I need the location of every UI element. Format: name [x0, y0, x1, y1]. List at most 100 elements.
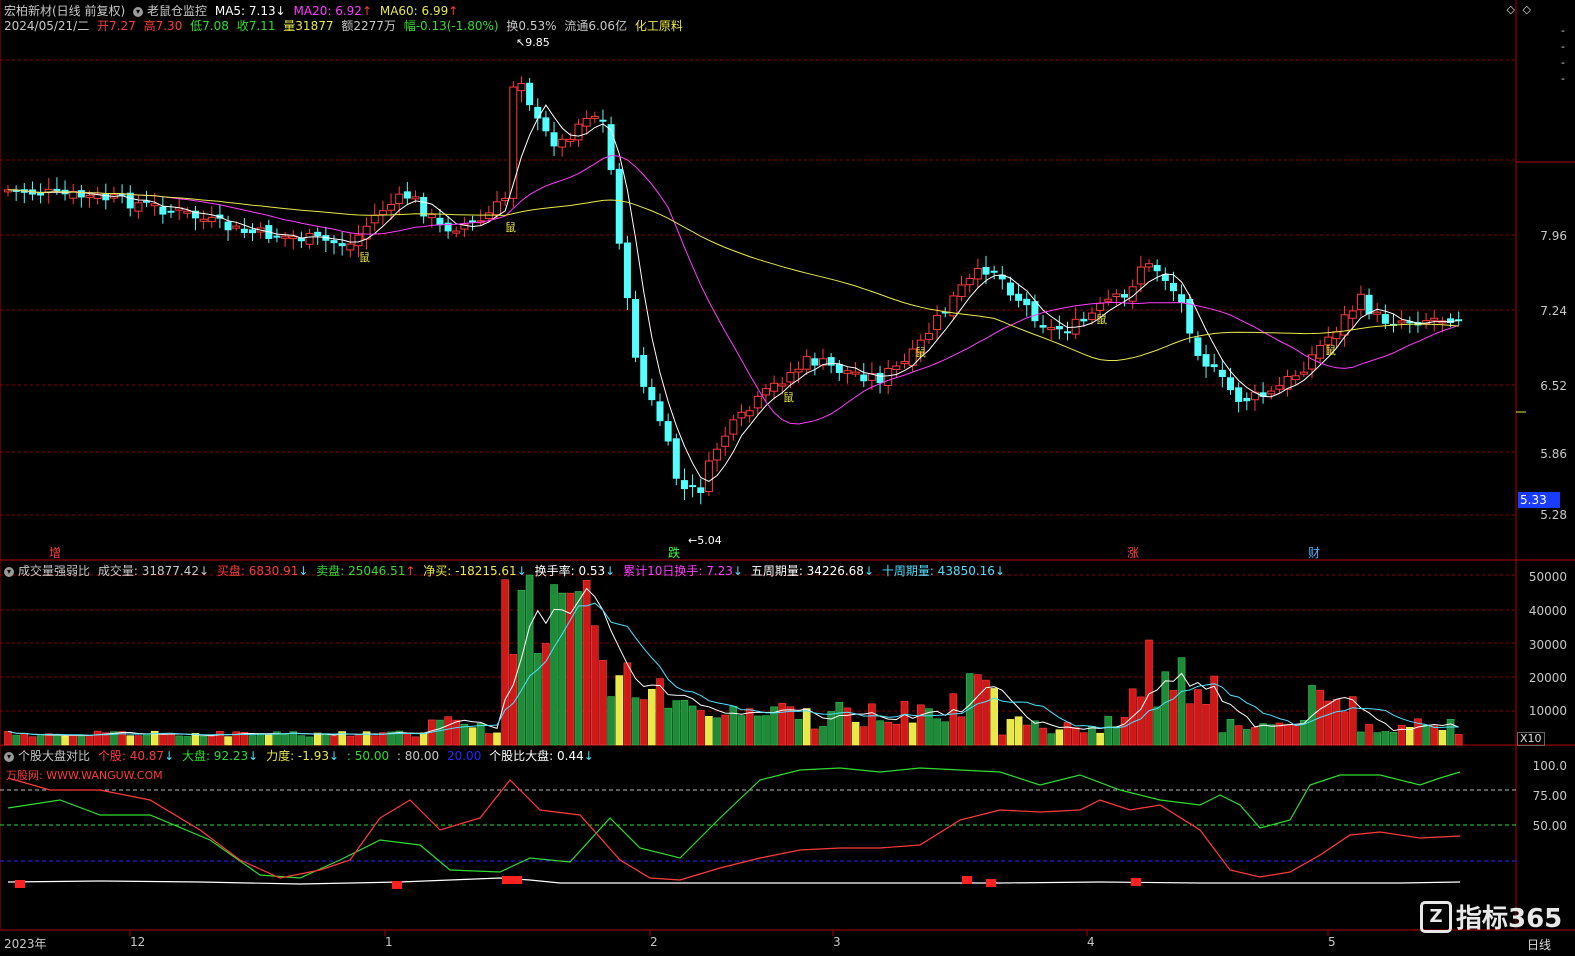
- candle-body: [827, 357, 835, 366]
- volume-indicator-name[interactable]: 成交量强弱比: [18, 564, 90, 578]
- settings-icon[interactable]: ▾: [4, 751, 14, 762]
- volume-bar: [1112, 726, 1121, 746]
- candle-body: [427, 214, 436, 219]
- rat-marker: 鼠: [1325, 344, 1336, 357]
- candle-body: [973, 268, 982, 280]
- volume-bar: [696, 710, 705, 746]
- volume-bar: [85, 735, 94, 746]
- candle-body: [704, 460, 713, 492]
- menu-dash-icon[interactable]: -: [1561, 40, 1565, 53]
- volume-bar: [468, 727, 477, 746]
- volume-bar: [990, 688, 998, 746]
- candle-body: [1039, 325, 1047, 328]
- indicator-name[interactable]: 老鼠仓监控: [147, 4, 207, 18]
- candle-body: [517, 82, 526, 92]
- candle-body: [680, 480, 688, 490]
- menu-dash-icon[interactable]: -: [1561, 56, 1565, 69]
- candle-body: [574, 123, 583, 141]
- volume-bar: [729, 706, 738, 746]
- volume-bar: [28, 736, 37, 746]
- volume-bar: [199, 735, 208, 746]
- candle-body: [452, 230, 461, 234]
- stock-name[interactable]: 宏柏新材(日线 前复权): [4, 4, 125, 18]
- chart-canvas[interactable]: [0, 0, 1575, 956]
- candle-body: [1356, 293, 1365, 311]
- vol-sell: 卖盘: 25046.51↑: [316, 564, 416, 578]
- volume-bar: [1340, 711, 1349, 746]
- volume-bar: [615, 675, 624, 746]
- force-bar: [15, 880, 25, 888]
- vol-tick: 40000: [1528, 604, 1567, 618]
- volume-bar: [370, 735, 379, 746]
- event-marker[interactable]: 增: [49, 544, 61, 561]
- diamond-icon[interactable]: ◇: [1507, 3, 1515, 16]
- volume-bar: [1088, 726, 1096, 746]
- volume-bar: [1202, 703, 1210, 746]
- compare-indicator-name[interactable]: 个股大盘对比: [18, 749, 90, 763]
- volume-bar: [1422, 724, 1430, 746]
- volume-bar: [868, 703, 876, 746]
- volume-bar: [599, 660, 607, 746]
- volume-bar: [941, 721, 950, 746]
- candle-body: [330, 240, 338, 244]
- candle-body: [689, 485, 697, 488]
- volume-bar: [550, 584, 558, 746]
- candle-body: [1145, 263, 1153, 268]
- force-bar: [962, 876, 972, 884]
- volume-bar: [411, 736, 420, 746]
- menu-dash-icon[interactable]: -: [1561, 24, 1565, 37]
- volume-bar: [705, 716, 713, 746]
- volume-bar: [1185, 703, 1194, 746]
- volume-bar: [403, 733, 412, 746]
- candle-body: [240, 228, 248, 233]
- candle-body: [501, 197, 510, 201]
- candle-body: [729, 419, 738, 435]
- compare-header: ▾ 个股大盘对比 个股: 40.87↓ 大盘: 92.23↓ 力度: -1.93↓…: [4, 748, 598, 764]
- time-tick: 4: [1087, 935, 1095, 949]
- volume-bar: [925, 708, 933, 746]
- volume-bar: [762, 715, 770, 746]
- candle-body: [1087, 312, 1096, 320]
- period-button[interactable]: 日线: [1527, 936, 1551, 953]
- event-marker[interactable]: 跌: [668, 544, 680, 561]
- candle-body: [85, 194, 94, 198]
- volume-bar: [1332, 698, 1341, 746]
- candle-body: [542, 117, 550, 132]
- candle-body: [656, 401, 664, 422]
- volume-bar: [1153, 706, 1161, 746]
- volume-bar: [1259, 723, 1267, 746]
- vol-wk10: 十周期量: 43850.16↓: [881, 564, 1006, 578]
- candle-body: [1397, 320, 1406, 324]
- volume-bar: [574, 591, 583, 746]
- volume-bar: [1438, 730, 1447, 746]
- volume-bar: [607, 696, 615, 746]
- volume-bar: [485, 733, 493, 746]
- volume-bar: [876, 720, 884, 746]
- settings-icon[interactable]: ▾: [133, 6, 144, 17]
- candle-body: [550, 132, 558, 147]
- event-marker[interactable]: 财: [1308, 544, 1320, 561]
- ratio-line: [7, 877, 1461, 885]
- volume-bar: [1096, 732, 1104, 746]
- volume-bar: [281, 733, 289, 746]
- volume-bar: [476, 723, 485, 746]
- peak-price-label: ↖9.85: [516, 36, 550, 49]
- candle-body: [1235, 387, 1243, 402]
- restore-icon[interactable]: ◇: [1523, 3, 1531, 16]
- volume-bar: [1373, 732, 1381, 746]
- time-tick: 12: [130, 935, 146, 949]
- candle-body: [1096, 302, 1105, 311]
- event-marker[interactable]: 涨: [1127, 544, 1139, 561]
- volume-bar: [1039, 727, 1047, 746]
- candle-body: [526, 82, 534, 106]
- candle-body: [1023, 298, 1031, 306]
- candle-body: [354, 234, 363, 247]
- candle-body: [582, 117, 591, 127]
- quote-industry[interactable]: 化工原料: [635, 19, 683, 33]
- ma20-line: [8, 154, 1459, 425]
- settings-icon[interactable]: ▾: [4, 566, 14, 577]
- volume-bar: [558, 592, 567, 746]
- quote-low: 低7.08: [190, 19, 229, 33]
- menu-dash-icon[interactable]: -: [1561, 72, 1565, 85]
- rat-marker: 鼠: [1096, 313, 1107, 326]
